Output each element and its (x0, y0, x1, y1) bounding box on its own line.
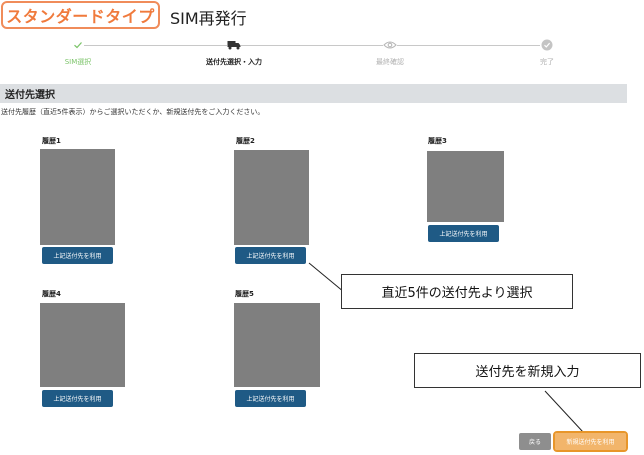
history-2-use-button[interactable]: 上記送付先を利用 (235, 247, 306, 264)
section-title: 送付先選択 (5, 90, 55, 101)
step-label-confirm: 最終確認 (376, 58, 404, 66)
check-circle-icon (540, 38, 554, 52)
history-3-use-button[interactable]: 上記送付先を利用 (428, 225, 499, 242)
history-4-label: 履歴4 (42, 290, 61, 298)
eye-icon (383, 38, 397, 52)
callout-history: 直近5件の送付先より選択 (341, 274, 573, 309)
stepper-line (241, 45, 383, 46)
history-4-use-button[interactable]: 上記送付先を利用 (42, 390, 113, 407)
history-2-address-image (234, 150, 309, 245)
section-header: 送付先選択 (0, 84, 627, 103)
back-button[interactable]: 戻る (519, 433, 551, 450)
plan-type-badge: スタンダードタイプ (1, 1, 160, 29)
step-label-complete: 完了 (540, 58, 554, 66)
history-4-address-image (40, 303, 125, 387)
callout-new-address: 送付先を新規入力 (414, 353, 641, 388)
step-label-shipping: 送付先選択・入力 (206, 58, 262, 66)
history-3-label: 履歴3 (428, 137, 447, 145)
history-1-use-button[interactable]: 上記送付先を利用 (42, 247, 113, 264)
history-1-label: 履歴1 (42, 137, 61, 145)
truck-icon (227, 38, 241, 52)
history-5-label: 履歴5 (235, 290, 254, 298)
page-title: SIM再発行 (170, 9, 247, 28)
progress-stepper: SIM選択 送付先選択・入力 最終確認 完了 (0, 36, 644, 70)
history-2-label: 履歴2 (236, 137, 255, 145)
history-5-address-image (234, 303, 320, 387)
stepper-line (84, 45, 227, 46)
step-label-sim-select: SIM選択 (64, 58, 92, 66)
stepper-line (397, 45, 540, 46)
history-3-address-image (427, 151, 504, 222)
instruction-text: 送付先履歴（直近5件表示）からご選択いただくか、新規送付先をご入力ください。 (1, 108, 265, 116)
new-address-button[interactable]: 新規送付先を利用 (553, 431, 628, 452)
history-1-address-image (40, 149, 115, 245)
history-5-use-button[interactable]: 上記送付先を利用 (235, 390, 306, 407)
check-icon (71, 38, 85, 52)
